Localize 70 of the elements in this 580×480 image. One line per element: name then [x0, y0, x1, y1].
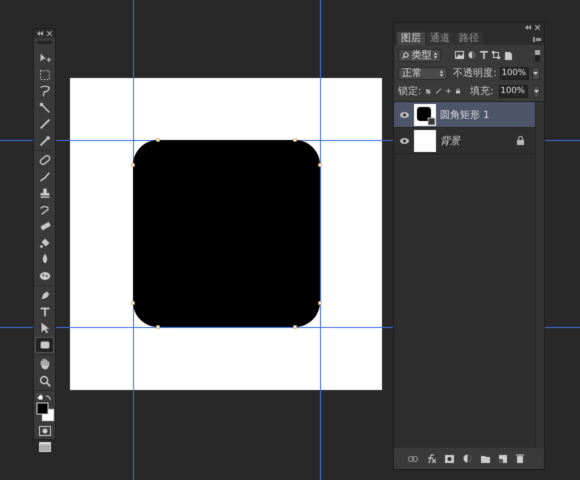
collapse-icon	[37, 31, 43, 36]
layer-name: 圆角矩形 1	[440, 108, 491, 122]
fill-label: 填充:	[470, 84, 494, 98]
anchor-point[interactable]	[293, 325, 297, 329]
anchor-point[interactable]	[156, 325, 160, 329]
document-icon	[504, 50, 512, 60]
updown-caret-icon	[434, 52, 437, 58]
half-circle-icon	[463, 454, 472, 463]
mask-icon	[445, 454, 454, 462]
marquee-icon	[38, 68, 52, 82]
trash-icon	[516, 454, 524, 463]
close-icon	[47, 31, 52, 36]
lock-icon	[517, 136, 524, 145]
zoom-icon	[38, 374, 52, 388]
search-icon	[402, 52, 409, 58]
layer-name: 背景	[440, 134, 462, 148]
eye-icon	[400, 138, 408, 144]
blade-icon	[38, 117, 52, 132]
new-layer-icon	[499, 454, 507, 462]
checker-icon	[426, 88, 431, 94]
opacity-label: 不透明度:	[453, 66, 497, 80]
image-icon	[455, 51, 464, 59]
updown-caret-icon	[440, 70, 444, 76]
move-arrows-icon	[446, 87, 451, 95]
bandage-icon	[38, 153, 52, 168]
panel-tab[interactable]: 图层	[397, 32, 425, 45]
lock-label: 锁定:	[398, 84, 422, 98]
panel-menu-icon	[533, 37, 541, 42]
brush-icon	[38, 170, 52, 184]
opacity-dropdown-button[interactable]	[532, 66, 540, 80]
color-swatches-icon	[36, 402, 55, 423]
fx-icon	[427, 454, 436, 463]
quick-mask-icon	[39, 426, 51, 436]
transform-icon	[492, 51, 500, 59]
anchor-point[interactable]	[131, 163, 135, 167]
type-icon	[480, 51, 488, 59]
eye-icon	[400, 112, 408, 118]
layer-row[interactable]: 背景	[394, 128, 535, 154]
layer-row[interactable]: 圆角矩形 1	[394, 102, 535, 128]
opacity-field[interactable]: 100%	[500, 66, 529, 80]
type-icon	[38, 304, 52, 319]
anchor-point[interactable]	[318, 301, 322, 305]
stamp-icon	[38, 186, 52, 200]
half-circle-icon	[468, 51, 476, 59]
panel-tab[interactable]: 通道	[426, 32, 454, 45]
anchor-point[interactable]	[131, 301, 135, 305]
eyedropper-icon	[38, 134, 52, 148]
panel-tab[interactable]: 路径	[455, 32, 483, 45]
layer-thumbnail	[414, 130, 436, 152]
brush-icon	[436, 87, 442, 95]
anchor-point[interactable]	[156, 138, 160, 142]
tool-button[interactable]	[35, 336, 54, 353]
caret-icon	[533, 72, 538, 74]
scroll-track[interactable]	[535, 102, 544, 448]
blend-mode-dropdown[interactable]: 正常	[398, 66, 448, 80]
filter-dropdown[interactable]: 类型	[398, 48, 441, 62]
folder-icon	[481, 454, 490, 462]
anchor-point[interactable]	[318, 163, 322, 167]
fill-field[interactable]: 100%	[498, 84, 528, 98]
lasso-icon	[38, 84, 52, 98]
lock-icon	[456, 87, 460, 95]
screen-mode-icon	[39, 442, 51, 452]
layer-thumbnail	[414, 104, 436, 126]
link-icon	[408, 456, 418, 462]
fill-dropdown-button[interactable]	[532, 84, 540, 98]
close-icon	[535, 24, 540, 30]
caret-icon	[534, 90, 539, 92]
swap-colors-icon	[37, 394, 52, 401]
anchor-point[interactable]	[293, 138, 297, 142]
magic-wand-icon	[38, 100, 52, 115]
